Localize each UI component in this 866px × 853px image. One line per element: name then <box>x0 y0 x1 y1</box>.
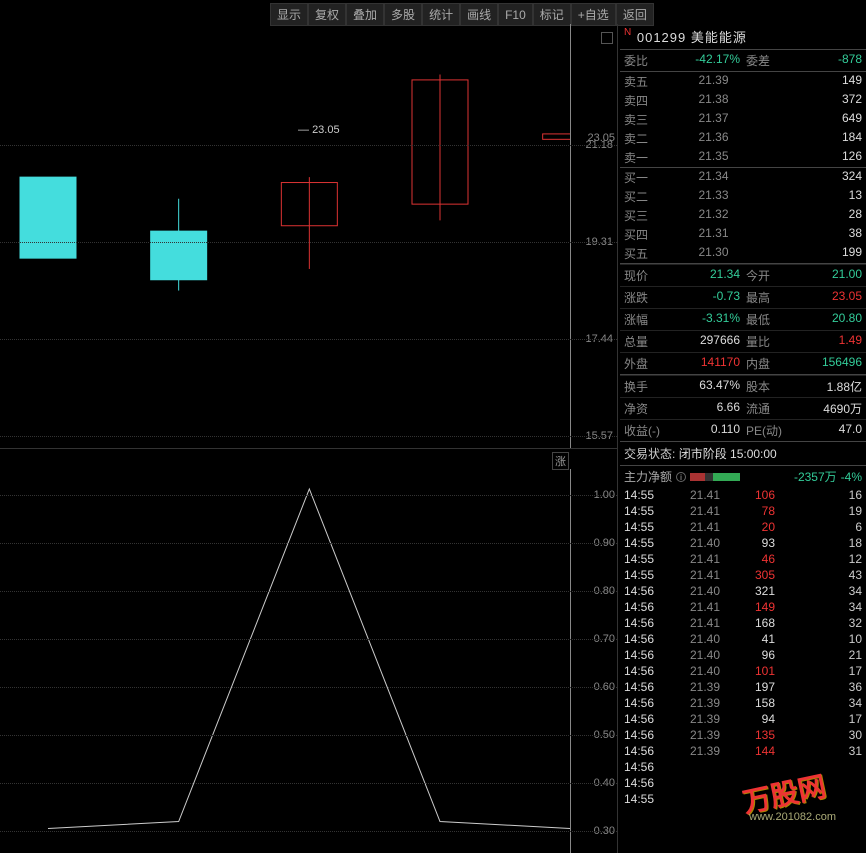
tick-row: 14:5621.4114934 <box>620 599 866 615</box>
indicator-pane[interactable]: 1.000.900.800.700.600.500.400.30 <box>0 469 617 853</box>
new-flag: N <box>624 27 632 38</box>
quote-row: 外盘141170内盘156496 <box>620 352 866 374</box>
toolbar-F10[interactable]: F10 <box>498 3 533 26</box>
toolbar-叠加[interactable]: 叠加 <box>346 3 384 26</box>
quote-row: 换手63.47%股本1.88亿 <box>620 375 866 397</box>
tick-row: 14:5621.3913530 <box>620 727 866 743</box>
tick-row: 14:5621.4010117 <box>620 663 866 679</box>
chart-toolbar: 显示复权叠加多股统计画线F10标记+自选返回 <box>270 3 654 26</box>
quote-row: 涨跌-0.73最高23.05 <box>620 286 866 308</box>
tick-row: 14:5621.3914431 <box>620 743 866 759</box>
orderbook-row[interactable]: 买四21.3138 <box>620 225 866 244</box>
tick-row: 14:5621.4116832 <box>620 615 866 631</box>
trade-status: 交易状态: 闭市阶段 15:00:00 <box>620 441 866 465</box>
orderbook-row[interactable]: 卖五21.39149 <box>620 72 866 91</box>
orderbook-row[interactable]: 卖三21.37649 <box>620 110 866 129</box>
indicator-svg <box>0 469 570 853</box>
tick-row: 14:5621.4032134 <box>620 583 866 599</box>
orderbook-row[interactable]: 买三21.3228 <box>620 206 866 225</box>
toolbar-返回[interactable]: 返回 <box>616 3 654 26</box>
chart-area[interactable]: — 23.05 21.1819.3117.4415.57 23.05 涨 1.0… <box>0 24 618 853</box>
tick-row: 14:5521.409318 <box>620 535 866 551</box>
mainflow-row[interactable]: 主力净额 i -2357万 -4% <box>620 465 866 487</box>
tick-row: 14:5621.404110 <box>620 631 866 647</box>
tick-row: 14:5521.4110616 <box>620 487 866 503</box>
stock-name: 美能能源 <box>691 30 747 45</box>
tick-row: 14:56 <box>620 775 866 791</box>
quote-row: 收益(-)0.110PE(动)47.0 <box>620 419 866 441</box>
stock-code: 001299 <box>637 30 686 45</box>
quote-row: 净资6.66流通4690万 <box>620 397 866 419</box>
orderbook-row[interactable]: 卖一21.35126 <box>620 148 866 167</box>
quote-rows: 现价21.34今开21.00涨跌-0.73最高23.05涨幅-3.31%最低20… <box>620 263 866 374</box>
ask-rows: 卖五21.39149卖四21.38372卖三21.37649卖二21.36184… <box>620 71 866 167</box>
stat-rows: 换手63.47%股本1.88亿净资6.66流通4690万收益(-)0.110PE… <box>620 374 866 441</box>
flow-bar <box>690 473 740 481</box>
stock-title[interactable]: N 001299 美能能源 <box>620 24 866 49</box>
toolbar-+自选[interactable]: +自选 <box>571 3 616 26</box>
bid-rows: 买一21.34324买二21.3313买三21.3228买四21.3138买五2… <box>620 167 866 263</box>
quote-row: 现价21.34今开21.00 <box>620 264 866 286</box>
quote-row: 总量297666量比1.49 <box>620 330 866 352</box>
toolbar-显示[interactable]: 显示 <box>270 3 308 26</box>
toolbar-画线[interactable]: 画线 <box>460 3 498 26</box>
orderbook-row[interactable]: 买五21.30199 <box>620 244 866 263</box>
tick-row: 14:5621.409621 <box>620 647 866 663</box>
crosshair-vertical-2 <box>570 469 571 853</box>
high-label: — 23.05 <box>298 124 340 136</box>
tick-row: 14:5621.3915834 <box>620 695 866 711</box>
tick-row: 14:5521.4130543 <box>620 567 866 583</box>
tick-row: 14:5521.414612 <box>620 551 866 567</box>
tick-row: 14:5521.41206 <box>620 519 866 535</box>
toolbar-标记[interactable]: 标记 <box>533 3 571 26</box>
price-axis: 21.1819.3117.4415.57 <box>570 24 615 448</box>
orderbook-row[interactable]: 买二21.3313 <box>620 187 866 206</box>
quote-row: 涨幅-3.31%最低20.80 <box>620 308 866 330</box>
candle-svg <box>0 24 570 449</box>
tick-row: 14:56 <box>620 759 866 775</box>
tick-row: 14:55 <box>620 791 866 807</box>
orderbook-row[interactable]: 卖四21.38372 <box>620 91 866 110</box>
candle-pane[interactable]: — 23.05 21.1819.3117.4415.57 23.05 <box>0 24 617 449</box>
tick-list[interactable]: 14:5521.411061614:5521.41781914:5521.412… <box>620 487 866 807</box>
tick-row: 14:5621.399417 <box>620 711 866 727</box>
toolbar-统计[interactable]: 统计 <box>422 3 460 26</box>
tick-row: 14:5621.3919736 <box>620 679 866 695</box>
info-icon[interactable]: i <box>676 472 686 482</box>
right-panel: N 001299 美能能源 委比 -42.17% 委差 -878 卖五21.39… <box>620 24 866 853</box>
toolbar-复权[interactable]: 复权 <box>308 3 346 26</box>
indicator-label: 涨 <box>552 452 569 470</box>
toolbar-多股[interactable]: 多股 <box>384 3 422 26</box>
ratio-row: 委比 -42.17% 委差 -878 <box>620 49 866 71</box>
orderbook-row[interactable]: 卖二21.36184 <box>620 129 866 148</box>
tick-row: 14:5521.417819 <box>620 503 866 519</box>
orderbook-row[interactable]: 买一21.34324 <box>620 168 866 187</box>
